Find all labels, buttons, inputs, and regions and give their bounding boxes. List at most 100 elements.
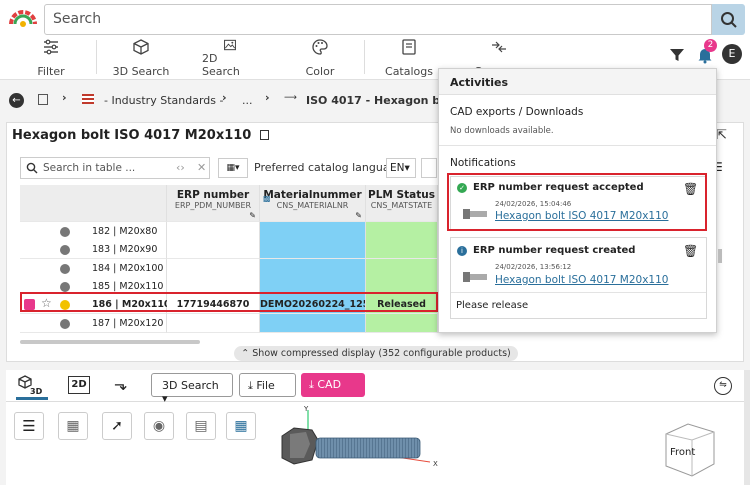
view-settings-icon[interactable]: ⇋ <box>714 377 732 395</box>
breadcrumb-industry-standards[interactable]: - Industry Standards - <box>104 94 223 107</box>
column-title: ERP number <box>176 189 250 201</box>
2d-search-button[interactable]: 2D Search <box>202 38 258 78</box>
tab-3d[interactable]: 3D <box>16 374 48 400</box>
solid-icon[interactable]: ◉ <box>144 412 174 440</box>
home-icon[interactable] <box>38 94 48 105</box>
erp-cell[interactable] <box>167 222 260 241</box>
no-downloads-text: No downloads available. <box>450 126 554 136</box>
search-button[interactable] <box>712 4 745 35</box>
column-settings-button[interactable]: ▦▾ <box>218 158 248 178</box>
color-button[interactable]: Color <box>302 38 338 78</box>
tab-2d[interactable]: 2D <box>68 376 90 394</box>
filter-button[interactable]: Filter <box>36 38 66 78</box>
plm-status-cell[interactable] <box>366 240 438 259</box>
popup-scrollbar[interactable] <box>718 249 722 263</box>
sliders-icon <box>44 39 58 55</box>
column-header-erp[interactable]: ERP number ERP_PDM_NUMBER ✎ <box>167 185 260 222</box>
table-search-input[interactable]: Search in table ... ‹› ✕ <box>20 157 210 179</box>
3d-viewer[interactable]: ☰ ▦ ➚ ◉ ▤ ▦ Y X Front <box>6 402 744 485</box>
section-icon[interactable]: ▤ <box>186 412 216 440</box>
status-dot-icon <box>60 319 70 329</box>
filter-small-button[interactable] <box>421 158 437 178</box>
mesh-icon[interactable]: ▦ <box>58 412 88 440</box>
chevron-right-icon: › <box>265 91 270 104</box>
catalogs-button[interactable]: Catalogs <box>385 38 433 78</box>
material-cell[interactable] <box>260 314 366 333</box>
svg-text:Y: Y <box>303 405 309 413</box>
compressed-label: Show compressed display (352 configurabl… <box>252 348 511 359</box>
notification-title: ERP number request created <box>473 245 636 256</box>
language-value: EN <box>390 162 405 174</box>
plm-status-cell[interactable] <box>366 314 438 333</box>
table-grid-icon[interactable]: ▦ <box>226 412 256 440</box>
erp-cell[interactable] <box>167 240 260 259</box>
column-title: PLM Status <box>368 189 435 201</box>
file-button[interactable]: ⤓ File <box>239 373 296 397</box>
viewer-tabs: 3D 2D ⬎ 3D Search ▾ ⤓ File ⤓ CAD ⇋ <box>6 370 744 405</box>
expand-icon[interactable]: ⇱ <box>716 128 727 143</box>
cad-button[interactable]: ⤓ CAD <box>301 373 365 397</box>
funnel-filter-button[interactable] <box>668 46 686 68</box>
info-icon: i <box>457 246 467 256</box>
catalog-icon <box>402 39 416 55</box>
status-dot-icon <box>60 282 70 292</box>
horizontal-scrollbar[interactable] <box>20 340 200 344</box>
trash-icon[interactable]: 🗑 <box>683 244 698 258</box>
selected-row-highlight <box>20 292 438 312</box>
plm-status-cell[interactable] <box>366 259 438 278</box>
column-title: Materialnummer <box>263 189 362 201</box>
column-sub: ERP_PDM_NUMBER <box>174 201 252 210</box>
notification-count-badge: 2 <box>704 39 717 52</box>
cad-download-icon: ⤓ <box>309 378 314 391</box>
erp-cell[interactable] <box>167 314 260 333</box>
list-icon[interactable]: ☰ <box>14 412 44 440</box>
filter-label: Filter <box>37 65 65 78</box>
cad-exports-heading: CAD exports / Downloads <box>450 106 584 118</box>
column-sub: CNS_MATERIALNR <box>276 201 349 210</box>
chevron-up-icon: ⌃ <box>241 348 250 359</box>
search-input[interactable]: Search <box>44 4 712 35</box>
view-cube[interactable]: Front <box>658 420 720 480</box>
funnel-icon <box>670 49 684 61</box>
plm-status-cell[interactable] <box>366 222 438 241</box>
color-label: Color <box>305 65 335 78</box>
nav-prev-next-icon[interactable]: ‹› <box>176 161 185 174</box>
copy-icon[interactable] <box>259 130 269 140</box>
material-cell[interactable] <box>260 222 366 241</box>
3d-search-dropdown[interactable]: 3D Search ▾ <box>151 373 233 405</box>
cad-label: CAD <box>317 378 342 391</box>
material-cell[interactable] <box>260 240 366 259</box>
product-title-text: Hexagon bolt ISO 4017 M20x110 <box>12 128 252 143</box>
show-compressed-button[interactable]: ⌃ Show compressed display (352 configura… <box>234 346 518 361</box>
download-icon: ⤓ <box>248 379 253 392</box>
notification-card-created[interactable]: i ERP number request created 🗑 24/02/202… <box>450 237 707 319</box>
catalogs-label: Catalogs <box>385 65 433 78</box>
back-arrow-icon[interactable]: ← <box>9 93 24 108</box>
file-label: File <box>256 379 275 392</box>
clear-icon[interactable]: ✕ <box>197 161 206 174</box>
column-header-material[interactable]: ▩ Materialnummer CNS_MATERIALNR ✎ <box>260 185 366 222</box>
cube-icon <box>133 39 149 55</box>
app-logo[interactable] <box>6 6 40 30</box>
cursor-icon[interactable]: ➚ <box>102 412 132 440</box>
3d-search-button[interactable]: 3D Search <box>112 38 170 78</box>
row-label: 182 | M20x80 <box>92 226 158 237</box>
user-avatar[interactable]: E <box>722 44 742 64</box>
bolt-icon: ⟶ <box>284 93 297 103</box>
language-select[interactable]: EN▾ <box>386 158 416 178</box>
column-header-plm[interactable]: PLM Status CNS_MATSTATE <box>366 185 438 222</box>
vertical-scrollbar[interactable] <box>744 370 750 485</box>
column-sub: CNS_MATSTATE <box>370 201 433 210</box>
erp-cell[interactable] <box>167 259 260 278</box>
status-dot-icon <box>60 245 70 255</box>
edit-pencil-icon[interactable]: ✎ <box>355 211 362 220</box>
edit-pencil-icon[interactable]: ✎ <box>249 211 256 220</box>
status-dot-icon <box>60 264 70 274</box>
breadcrumb-ellipsis[interactable]: ... <box>242 94 253 107</box>
material-cell[interactable] <box>260 259 366 278</box>
measure-icon[interactable]: ⬎ <box>114 375 127 394</box>
divider <box>451 292 706 293</box>
notification-product-link[interactable]: Hexagon bolt ISO 4017 M20x110 <box>495 274 668 286</box>
3d-search-dropdown-label: 3D Search <box>162 379 219 392</box>
notification-date: 24/02/2026, 13:56:12 <box>495 263 572 271</box>
